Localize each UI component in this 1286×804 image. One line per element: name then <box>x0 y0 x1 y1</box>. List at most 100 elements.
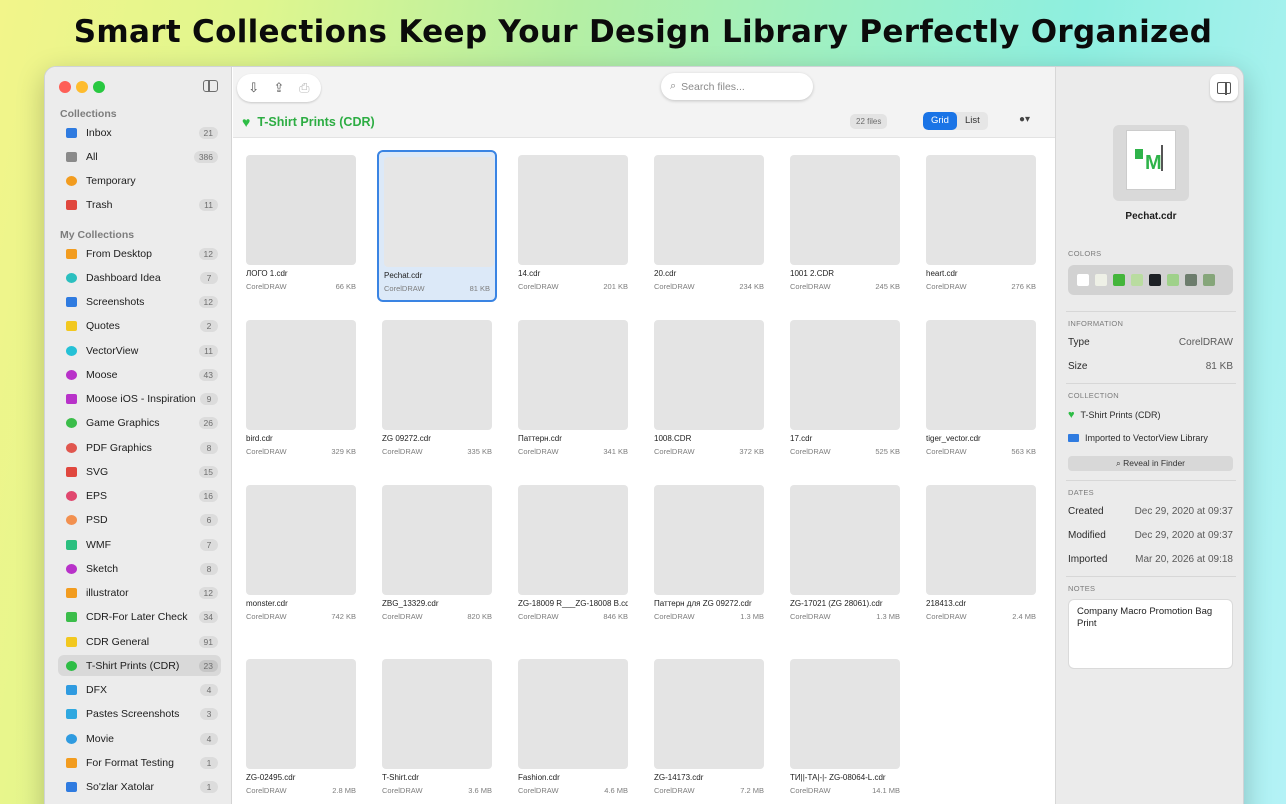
file-card[interactable]: 17.cdr CorelDRAW 525 KB <box>785 315 905 467</box>
file-card[interactable]: ZG-14173.cdr CorelDRAW 7.2 MB <box>649 654 769 804</box>
color-swatch[interactable] <box>1167 274 1179 286</box>
sidebar-item[interactable]: Trash 11 <box>58 195 221 216</box>
file-card[interactable]: tiger_vector.cdr CorelDRAW 563 KB <box>921 315 1041 467</box>
sidebar-item[interactable]: Dashboard Idea 7 <box>58 267 221 288</box>
file-card[interactable]: ZG-02495.cdr CorelDRAW 2.8 MB <box>241 654 361 804</box>
sidebar-item[interactable]: All 386 <box>58 146 221 167</box>
sidebar-item[interactable]: PDF Graphics 8 <box>58 437 221 458</box>
minimize-window-button[interactable] <box>76 81 88 93</box>
file-card[interactable]: 14.cdr CorelDRAW 201 KB <box>513 150 633 302</box>
file-card[interactable]: Паттерн.cdr CorelDRAW 341 KB <box>513 315 633 467</box>
count-badge: 15 <box>198 465 218 478</box>
file-card[interactable]: ЛОГО 1.cdr CorelDRAW 66 KB <box>241 150 361 302</box>
file-type: CorelDRAW <box>382 612 423 621</box>
imported-row: Imported Mar 20, 2026 at 09:18 <box>1068 554 1233 565</box>
file-card[interactable]: ZG 09272.cdr CorelDRAW 335 KB <box>377 315 497 467</box>
sidebar-item[interactable]: From Desktop 12 <box>58 243 221 264</box>
sidebar-toggle-icon[interactable] <box>203 80 218 92</box>
share-icon[interactable]: ⇪ <box>268 80 290 96</box>
color-swatch[interactable] <box>1131 274 1143 286</box>
sidebar-item-label: illustrator <box>86 587 129 599</box>
inspector-toggle-icon[interactable] <box>1210 74 1238 101</box>
color-swatch[interactable] <box>1077 274 1089 286</box>
created-row: Created Dec 29, 2020 at 09:37 <box>1068 506 1233 517</box>
color-swatch[interactable] <box>1203 274 1215 286</box>
file-card[interactable]: monster.cdr CorelDRAW 742 KB <box>241 480 361 632</box>
file-card[interactable]: bird.cdr CorelDRAW 329 KB <box>241 315 361 467</box>
sidebar-item[interactable]: Game Graphics 26 <box>58 413 221 434</box>
sidebar-item[interactable]: EPS 16 <box>58 486 221 507</box>
file-card[interactable]: ZBG_13329.cdr CorelDRAW 820 KB <box>377 480 497 632</box>
color-swatch[interactable] <box>1113 274 1125 286</box>
sidebar-item[interactable]: Sketch 8 <box>58 558 221 579</box>
color-swatch[interactable] <box>1185 274 1197 286</box>
clock-icon <box>66 176 77 186</box>
sidebar-item[interactable]: Moose 43 <box>58 364 221 385</box>
inspector-collection-row[interactable]: ♥ T-Shirt Prints (CDR) <box>1068 409 1161 421</box>
color-swatch[interactable] <box>1149 274 1161 286</box>
link-icon <box>66 733 77 744</box>
sort-menu-icon[interactable]: ●▾ <box>1019 114 1030 125</box>
file-card[interactable]: ZG-17021 (ZG 28061).cdr CorelDRAW 1.3 MB <box>785 480 905 632</box>
color-swatches <box>1068 265 1233 295</box>
sidebar-item[interactable]: CDR-For Later Check 34 <box>58 607 221 628</box>
file-type: CorelDRAW <box>246 447 287 456</box>
file-card[interactable]: Pechat.cdr CorelDRAW 81 KB <box>377 150 497 302</box>
file-size: 525 KB <box>875 447 900 456</box>
file-size: 2.8 MB <box>332 786 356 795</box>
sidebar-item[interactable]: Inbox 21 <box>58 122 221 143</box>
file-thumbnail <box>654 320 764 430</box>
bookmark-icon <box>66 297 77 307</box>
sidebar-item[interactable]: Movie 4 <box>58 728 221 749</box>
sidebar-item[interactable]: PSD 6 <box>58 510 221 531</box>
folder-icon <box>66 588 77 598</box>
file-card[interactable]: 1008.CDR CorelDRAW 372 KB <box>649 315 769 467</box>
sidebar-item[interactable]: Temporary <box>58 171 221 192</box>
notes-field[interactable]: Company Macro Promotion Bag Print <box>1068 599 1233 669</box>
heart-icon <box>66 345 77 356</box>
file-card[interactable]: ТИ||-ТА|-|- ZG-08064-L.cdr CorelDRAW 14.1 … <box>785 654 905 804</box>
sidebar-item[interactable]: Pastes Screenshots 3 <box>58 704 221 725</box>
file-card[interactable]: T-Shirt.cdr CorelDRAW 3.6 MB <box>377 654 497 804</box>
sidebar-item[interactable]: CDR General 91 <box>58 631 221 652</box>
file-card[interactable]: 20.cdr CorelDRAW 234 KB <box>649 150 769 302</box>
sidebar-item[interactable]: WMF 7 <box>58 534 221 555</box>
import-icon[interactable]: ⇩ <box>243 80 265 96</box>
sidebar-item[interactable]: VectorView 11 <box>58 340 221 361</box>
sidebar-item[interactable]: SVG 15 <box>58 461 221 482</box>
file-card[interactable]: ZG-18009 R___ZG-18008 B.cdr CorelDRAW 846 … <box>513 480 633 632</box>
count-badge: 9 <box>200 393 218 405</box>
sidebar: Collections Inbox 21 All 386 Temporary Trash 1… <box>45 67 232 804</box>
close-window-button[interactable] <box>59 81 71 93</box>
search-input[interactable] <box>681 80 792 93</box>
file-name: monster.cdr <box>246 599 288 608</box>
file-card[interactable]: 1001 2.CDR CorelDRAW 245 KB <box>785 150 905 302</box>
file-card[interactable]: Паттерн для ZG 09272.cdr CorelDRAW 1.3 MB <box>649 480 769 632</box>
list-view-button[interactable]: List <box>957 112 988 130</box>
sidebar-item[interactable]: illustrator 12 <box>58 583 221 604</box>
grid-view-button[interactable]: Grid <box>923 112 957 130</box>
count-badge: 91 <box>198 635 218 648</box>
sidebar-item[interactable]: Quotes 2 <box>58 316 221 337</box>
reveal-in-finder-button[interactable]: ⌕ Reveal in Finder <box>1068 456 1233 471</box>
sidebar-item[interactable]: Screenshots 12 <box>58 292 221 313</box>
file-card[interactable]: 218413.cdr CorelDRAW 2.4 MB <box>921 480 1041 632</box>
file-card[interactable]: heart.cdr CorelDRAW 276 KB <box>921 150 1041 302</box>
count-badge: 8 <box>200 562 218 575</box>
sidebar-item-label: Quotes <box>86 320 120 333</box>
file-name: 17.cdr <box>790 434 813 443</box>
sidebar-item[interactable]: Moose iOS - Inspiration 9 <box>58 389 221 410</box>
color-swatch[interactable] <box>1095 274 1107 286</box>
sidebar-item[interactable]: T-Shirt Prints (CDR) 23 <box>58 655 221 677</box>
sidebar-item[interactable]: For Format Testing 1 <box>58 752 221 773</box>
sidebar-item-label: Temporary <box>86 175 136 187</box>
sidebar-item[interactable]: DFX 4 <box>58 680 221 701</box>
search-bar[interactable]: ⌕ <box>661 73 813 100</box>
sidebar-item[interactable]: So'zlar Xatolar 1 <box>58 777 221 798</box>
count-badge: 8 <box>200 441 218 454</box>
app-window: Collections Inbox 21 All 386 Temporary Trash 1… <box>44 66 1244 804</box>
print-icon[interactable]: ⎙ <box>293 80 315 96</box>
zoom-window-button[interactable] <box>93 81 105 93</box>
file-thumbnail <box>246 320 356 430</box>
file-card[interactable]: Fashion.cdr CorelDRAW 4.6 MB <box>513 654 633 804</box>
